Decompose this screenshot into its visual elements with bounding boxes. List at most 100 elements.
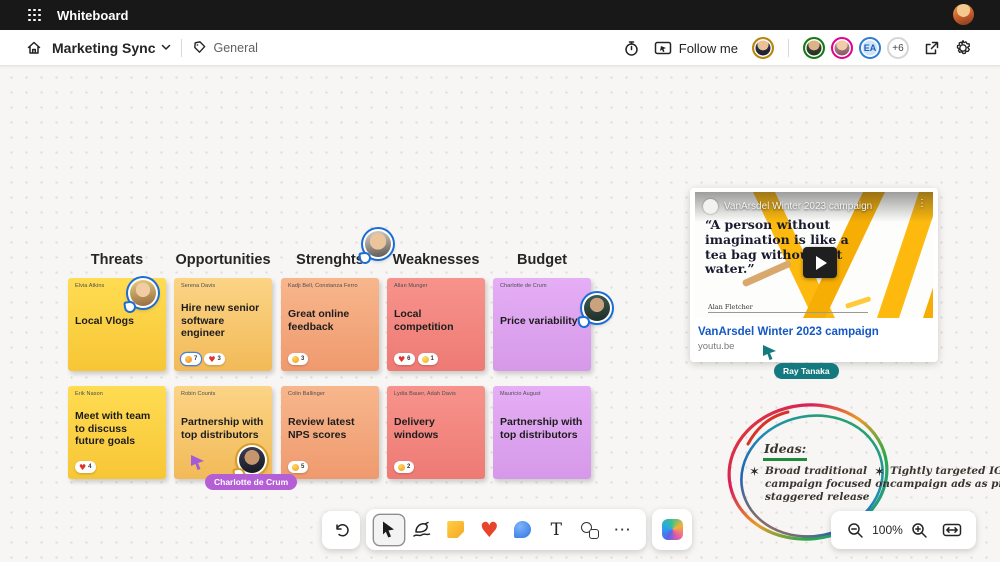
sticky-note[interactable]: Lydia Bauer, Adah Davis Delivery windows… (387, 386, 485, 479)
heart-icon: ♥ (398, 356, 405, 363)
sticky-note[interactable]: Serena Davis Hire new senior software en… (174, 278, 272, 371)
reaction-pill[interactable]: 2 (394, 461, 414, 473)
zoom-in-icon (911, 522, 928, 539)
fit-to-screen-icon (942, 523, 962, 537)
sticky-note[interactable]: Mauricio August Partnership with top dis… (493, 386, 591, 479)
reaction-pill[interactable]: 5 (288, 461, 308, 473)
comment-tool-button[interactable] (508, 515, 538, 545)
star-bullet-icon: ✶ (749, 465, 760, 480)
collaborator-bubble-avatar[interactable] (237, 445, 267, 475)
divider (181, 39, 182, 57)
note-text: Hire new senior software engineer (181, 289, 265, 353)
timer-icon[interactable] (623, 40, 640, 57)
cursor-name-tag: Charlotte de Crum (205, 474, 297, 490)
text-tool-button[interactable]: T (541, 515, 571, 545)
reaction-pill[interactable]: 7 (181, 353, 201, 365)
video-title-overlay: VanArsdel Winter 2023 campaign (724, 201, 872, 212)
home-icon[interactable] (26, 40, 42, 56)
zoom-toolbar: 100% (831, 511, 976, 549)
collaborator-bubble-avatar[interactable] (582, 293, 612, 323)
zoom-out-icon (847, 522, 864, 539)
column-header-threats[interactable]: Threats (68, 252, 166, 268)
smile-icon (292, 464, 299, 471)
copilot-toolbar (652, 509, 692, 550)
play-icon (816, 256, 827, 270)
collaborator-bubble-avatar[interactable] (363, 229, 393, 259)
app-launcher-waffle-icon[interactable] (28, 9, 41, 22)
reaction-pill[interactable]: ♥6 (394, 353, 415, 365)
video-link[interactable]: VanArsdel Winter 2023 campaign (698, 326, 930, 338)
follow-me-button[interactable]: Follow me (654, 41, 738, 56)
column-header-opportunities[interactable]: Opportunities (174, 252, 272, 268)
ideas-heading: Ideas: (764, 441, 806, 456)
note-reactions: ♥4 (75, 461, 159, 474)
note-reactions: 5 (288, 461, 372, 474)
channel-badge[interactable]: General (192, 40, 257, 55)
whiteboard-canvas[interactable]: Threats Opportunities Strenghts Weakness… (0, 66, 1000, 562)
reaction-tool-button[interactable]: ♥ (474, 515, 504, 545)
zoom-in-button[interactable] (905, 515, 935, 545)
reaction-pill[interactable]: ♥3 (204, 353, 225, 365)
collaborator-avatar[interactable] (831, 37, 853, 59)
sticky-note[interactable]: Kadji Bell, Constanza Ferro Great online… (281, 278, 379, 371)
teal-cursor-icon (762, 344, 778, 361)
sticky-note[interactable]: Erik Nason Meet with team to discuss fut… (68, 386, 166, 479)
board-name-label: Marketing Sync (52, 40, 155, 56)
undo-icon (333, 522, 350, 538)
purple-cursor-icon (190, 454, 206, 471)
video-embed-card[interactable]: VanArsdel Winter 2023 campaign ⋮ “A pers… (690, 188, 938, 362)
settings-gear-icon[interactable] (954, 39, 972, 57)
heart-icon: ♥ (208, 356, 215, 363)
sticky-note[interactable]: Colin Ballinger Review latest NPS scores… (281, 386, 379, 479)
copilot-button[interactable] (657, 515, 687, 545)
ink-pen-tool-button[interactable] (407, 515, 437, 545)
quote-attribution: Alan Fletcher (708, 303, 753, 311)
sticky-note[interactable]: Charlotte de Crum Price variability (493, 278, 591, 371)
avatar-face (365, 231, 391, 257)
collaborator-bubble-avatar[interactable] (128, 278, 158, 308)
zoom-level-label[interactable]: 100% (872, 523, 903, 537)
ideas-green-underline (763, 458, 807, 461)
zoom-out-button[interactable] (840, 515, 870, 545)
chevron-down-icon (161, 44, 171, 51)
board-name-menu[interactable]: Marketing Sync (52, 40, 171, 56)
comment-bubble-icon (514, 521, 531, 538)
presence-overflow-badge[interactable]: +6 (887, 37, 909, 59)
account-avatar[interactable] (953, 4, 974, 25)
note-text: Great online feedback (288, 289, 372, 353)
ideas-bullet-2-line1: Tightly targeted IG/FB (890, 465, 1000, 477)
reaction-pill[interactable]: 1 (418, 353, 438, 365)
share-icon[interactable] (923, 40, 940, 57)
menu-bar: Marketing Sync General Follow me EA +6 (0, 30, 1000, 66)
kebab-menu-icon[interactable]: ⋮ (917, 198, 928, 209)
reaction-pill[interactable]: 3 (288, 353, 308, 365)
heart-reaction-icon: ♥ (480, 520, 499, 540)
select-tool-button[interactable] (374, 515, 404, 545)
presenter-avatar[interactable] (752, 37, 774, 59)
more-tools-button[interactable]: ··· (608, 515, 638, 545)
video-domain: youtu.be (698, 341, 930, 352)
note-text: Review latest NPS scores (288, 397, 372, 461)
column-header-budget[interactable]: Budget (493, 252, 591, 268)
presence-stack: EA +6 (803, 37, 909, 59)
tag-icon (192, 40, 207, 55)
note-reactions: 7 ♥3 (181, 353, 265, 366)
collaborator-avatar[interactable] (803, 37, 825, 59)
shapes-tool-button[interactable] (575, 515, 605, 545)
smile-icon (292, 356, 299, 363)
avatar-face (239, 447, 265, 473)
follow-me-label: Follow me (679, 41, 738, 56)
sticky-note-tool-button[interactable] (441, 515, 471, 545)
heart-icon: ♥ (79, 464, 86, 471)
sticky-note[interactable]: Allan Munger Local competition ♥6 1 (387, 278, 485, 371)
smile-icon (398, 464, 405, 471)
reaction-pill[interactable]: ♥4 (75, 461, 96, 473)
attribution-rule (708, 312, 868, 313)
column-header-weaknesses[interactable]: Weaknesses (387, 252, 485, 268)
play-button[interactable] (803, 247, 837, 278)
fit-to-screen-button[interactable] (937, 515, 967, 545)
video-thumbnail[interactable]: VanArsdel Winter 2023 campaign ⋮ “A pers… (695, 192, 933, 318)
collaborator-avatar-initials[interactable]: EA (859, 37, 881, 59)
undo-button[interactable] (326, 515, 356, 545)
cursor-name-tag: Ray Tanaka (774, 363, 839, 379)
